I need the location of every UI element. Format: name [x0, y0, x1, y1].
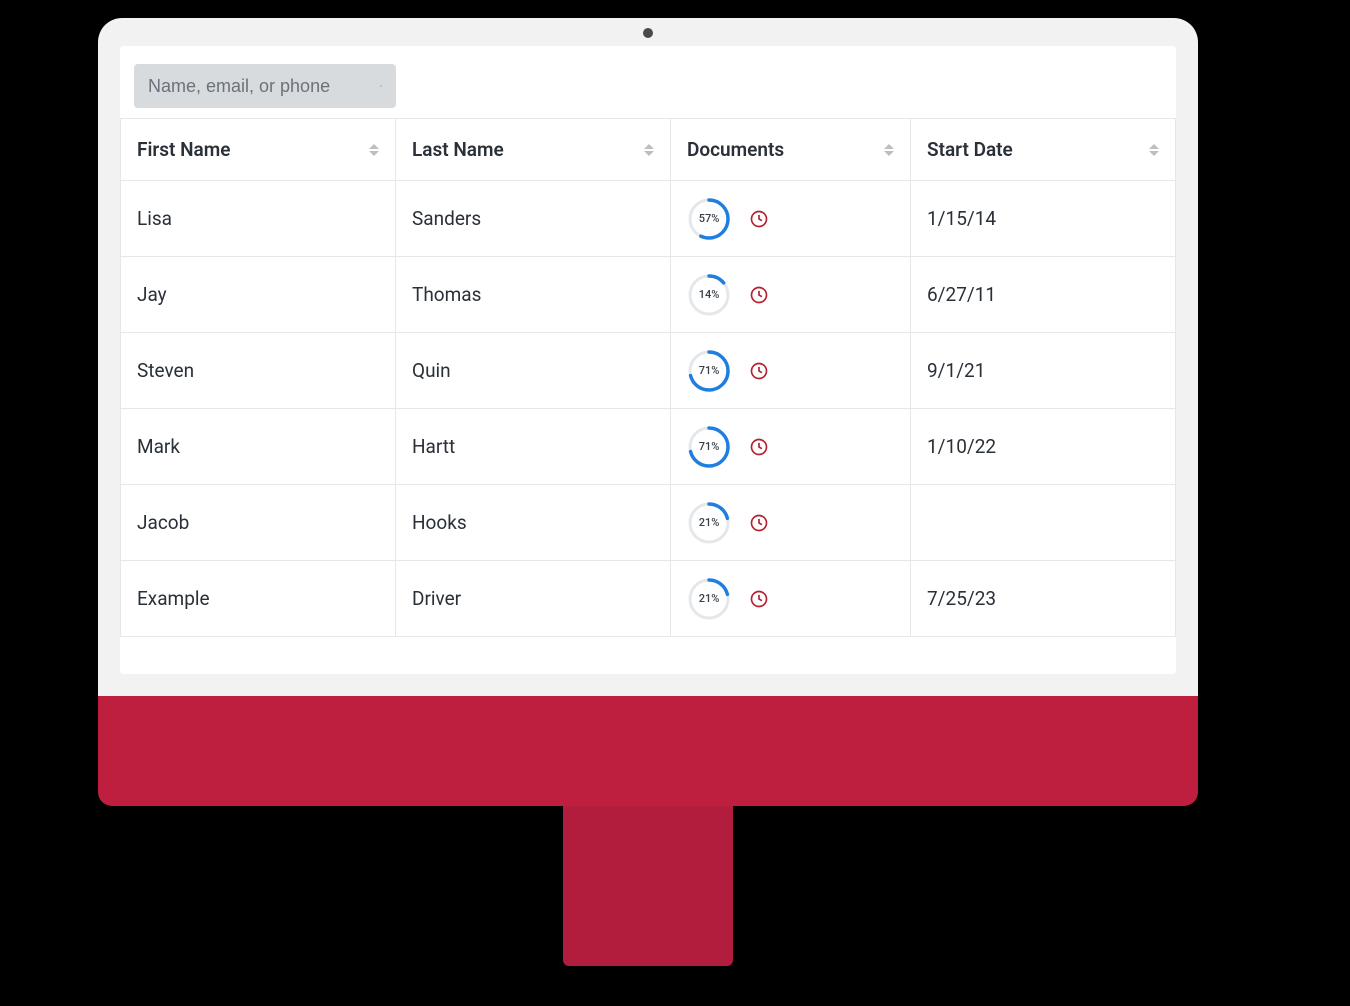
col-header-start-date[interactable]: Start Date: [911, 119, 1176, 181]
cell-first-name: Jay: [121, 257, 396, 333]
monitor-bezel: First Name Last Name Documents Star: [98, 18, 1198, 696]
sort-icon[interactable]: [1149, 144, 1161, 156]
table-row[interactable]: JacobHooks 21%: [121, 485, 1176, 561]
progress-percent-label: 57%: [687, 197, 731, 241]
cell-last-name: Driver: [396, 561, 671, 637]
monitor-stand: [563, 806, 733, 966]
cell-first-name: Lisa: [121, 181, 396, 257]
cell-documents: 71%: [671, 409, 911, 485]
clock-icon: [749, 209, 769, 229]
progress-ring: 21%: [687, 577, 731, 621]
cell-documents: 21%: [671, 485, 911, 561]
cell-last-name: Hartt: [396, 409, 671, 485]
sort-icon[interactable]: [644, 144, 656, 156]
cell-start-date: 7/25/23: [911, 561, 1176, 637]
cell-last-name: Hooks: [396, 485, 671, 561]
cell-documents: 57%: [671, 181, 911, 257]
cell-documents: 71%: [671, 333, 911, 409]
clock-icon: [749, 437, 769, 457]
progress-percent-label: 21%: [687, 577, 731, 621]
clock-icon: [749, 513, 769, 533]
cell-start-date: 1/15/14: [911, 181, 1176, 257]
progress-ring: 14%: [687, 273, 731, 317]
drivers-table: First Name Last Name Documents Star: [120, 118, 1176, 637]
col-header-label: Start Date: [927, 138, 1013, 161]
cell-start-date: 9/1/21: [911, 333, 1176, 409]
col-header-documents[interactable]: Documents: [671, 119, 911, 181]
col-header-label: First Name: [137, 138, 230, 161]
search-input[interactable]: [148, 76, 380, 97]
table-row[interactable]: ExampleDriver 21% 7/25/23: [121, 561, 1176, 637]
progress-percent-label: 71%: [687, 349, 731, 393]
progress-percent-label: 14%: [687, 273, 731, 317]
progress-percent-label: 71%: [687, 425, 731, 469]
table-row[interactable]: StevenQuin 71% 9/1/21: [121, 333, 1176, 409]
cell-documents: 21%: [671, 561, 911, 637]
cell-start-date: 6/27/11: [911, 257, 1176, 333]
col-header-label: Documents: [687, 138, 784, 161]
cell-first-name: Example: [121, 561, 396, 637]
sort-icon[interactable]: [369, 144, 381, 156]
search-field-wrap[interactable]: [134, 64, 396, 108]
progress-ring: 71%: [687, 349, 731, 393]
search-icon: [380, 76, 382, 96]
progress-ring: 57%: [687, 197, 731, 241]
cell-documents: 14%: [671, 257, 911, 333]
camera-dot-icon: [643, 28, 653, 38]
app-screen: First Name Last Name Documents Star: [120, 46, 1176, 674]
table-header-row: First Name Last Name Documents Star: [121, 119, 1176, 181]
table-row[interactable]: LisaSanders 57% 1/15/14: [121, 181, 1176, 257]
cell-last-name: Quin: [396, 333, 671, 409]
cell-start-date: 1/10/22: [911, 409, 1176, 485]
cell-first-name: Steven: [121, 333, 396, 409]
progress-ring: 71%: [687, 425, 731, 469]
imac-frame: First Name Last Name Documents Star: [98, 18, 1198, 966]
table-row[interactable]: MarkHartt 71% 1/10/22: [121, 409, 1176, 485]
progress-percent-label: 21%: [687, 501, 731, 545]
clock-icon: [749, 285, 769, 305]
cell-last-name: Sanders: [396, 181, 671, 257]
clock-icon: [749, 361, 769, 381]
sort-icon[interactable]: [884, 144, 896, 156]
cell-first-name: Mark: [121, 409, 396, 485]
clock-icon: [749, 589, 769, 609]
cell-start-date: [911, 485, 1176, 561]
col-header-first-name[interactable]: First Name: [121, 119, 396, 181]
cell-last-name: Thomas: [396, 257, 671, 333]
cell-first-name: Jacob: [121, 485, 396, 561]
progress-ring: 21%: [687, 501, 731, 545]
col-header-label: Last Name: [412, 138, 504, 161]
monitor-chin: [98, 696, 1198, 806]
table-row[interactable]: JayThomas 14% 6/27/11: [121, 257, 1176, 333]
col-header-last-name[interactable]: Last Name: [396, 119, 671, 181]
